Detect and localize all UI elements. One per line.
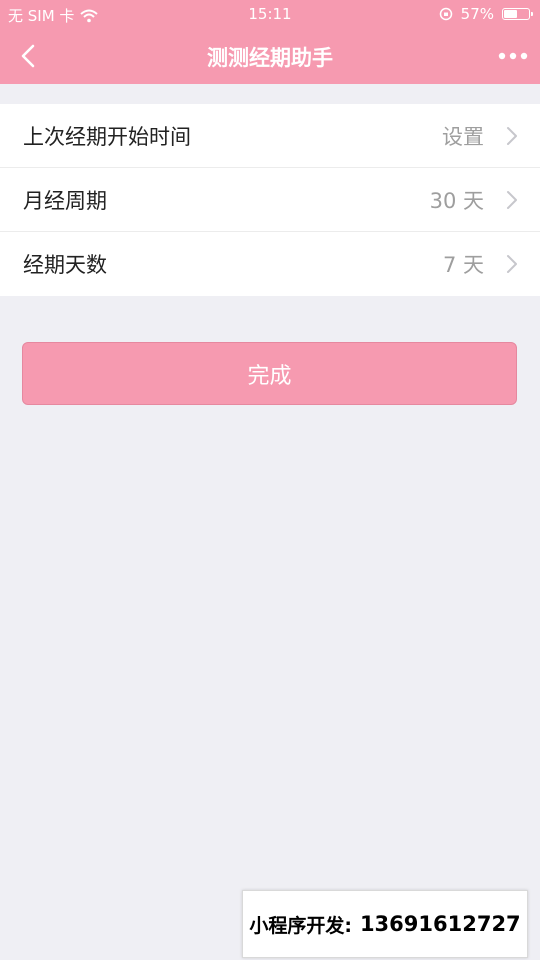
done-button[interactable]: 完成: [22, 342, 517, 405]
setting-row-last-period-start[interactable]: 上次经期开始时间 设置: [0, 104, 540, 168]
setting-value: 30 天: [429, 188, 484, 213]
orientation-lock-icon: [439, 7, 452, 21]
chevron-right-icon: [507, 255, 517, 273]
setting-value: 7 天: [442, 253, 484, 277]
navigation-bar: 测测经期助手: [0, 28, 540, 84]
setting-label: 上次经期开始时间: [23, 124, 191, 149]
setting-label: 经期天数: [23, 253, 107, 277]
status-right-group: 57%: [439, 5, 533, 23]
chevron-right-icon: [507, 191, 517, 209]
more-dots-icon: [498, 52, 528, 60]
watermark-phone: 13691612727: [359, 912, 521, 936]
battery-percent: 57%: [460, 5, 494, 23]
watermark-label: 小程序开发:: [249, 914, 352, 937]
status-bar: 无 SIM 卡 15:11 57%: [0, 0, 540, 28]
chevron-right-icon: [507, 127, 517, 145]
settings-list: 上次经期开始时间 设置 月经周期 30 天 经期天数 7 天: [0, 104, 540, 296]
setting-row-period-days[interactable]: 经期天数 7 天: [0, 232, 540, 296]
page-title: 测测经期助手: [207, 46, 333, 70]
more-button[interactable]: [496, 40, 530, 72]
developer-watermark: 小程序开发: 13691612727: [242, 890, 528, 958]
setting-label: 月经周期: [23, 188, 107, 213]
battery-icon: [502, 8, 533, 20]
setting-value: 设置: [442, 124, 484, 149]
setting-row-cycle-length[interactable]: 月经周期 30 天: [0, 168, 540, 232]
battery-fill: [504, 10, 517, 18]
